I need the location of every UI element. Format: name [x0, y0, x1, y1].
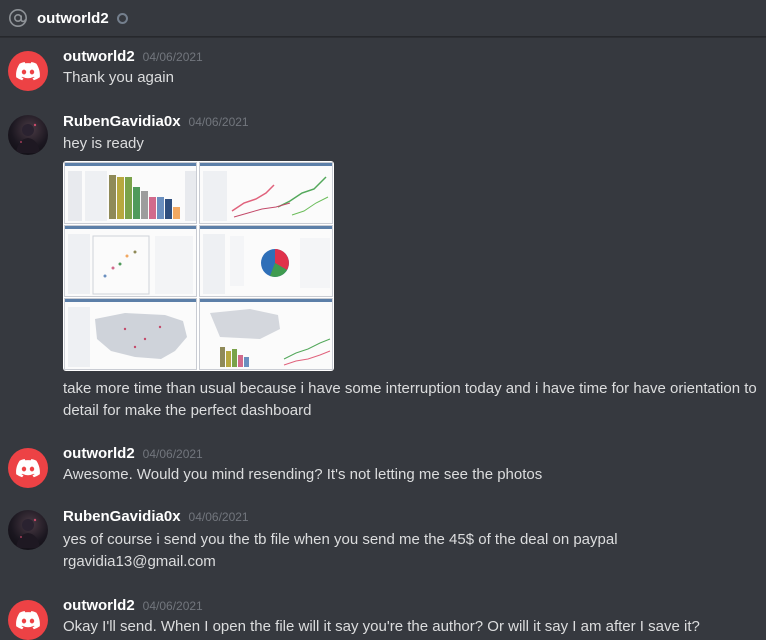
timestamp: 04/06/2021	[142, 599, 203, 613]
timestamp: 04/06/2021	[142, 50, 203, 64]
message-text: hey is ready	[63, 135, 144, 152]
author-name[interactable]: RubenGavidia0x	[63, 508, 181, 525]
message-text: take more time than usual because i have…	[63, 380, 757, 419]
pie-chart-thumbnail	[203, 234, 330, 294]
user-photo-icon	[16, 123, 40, 153]
discord-logo-icon	[16, 610, 40, 629]
channel-header: outworld2	[0, 0, 766, 37]
scatter-chart-thumbnail	[68, 234, 193, 295]
channel-title: outworld2	[37, 9, 109, 27]
dashboard-panel	[64, 298, 197, 370]
discord-logo-icon	[16, 458, 40, 477]
author-name[interactable]: outworld2	[63, 48, 135, 65]
offline-status-icon	[116, 12, 128, 24]
author-name[interactable]: outworld2	[63, 597, 135, 614]
bar-chart-thumbnail	[68, 171, 196, 221]
avatar[interactable]	[8, 510, 48, 550]
map-thumbnail	[68, 307, 187, 367]
mixed-chart-thumbnail	[210, 309, 331, 367]
dashboard-panel	[199, 298, 333, 370]
dashboard-panel	[64, 225, 197, 297]
message-text: Thank you again	[63, 69, 174, 86]
timestamp: 04/06/2021	[142, 447, 203, 461]
message-text: Awesome. Would you mind resending? It's …	[63, 466, 543, 483]
message-text: Okay I'll send. When I open the file wil…	[63, 618, 700, 635]
avatar[interactable]	[8, 115, 48, 155]
at-sign-icon	[8, 8, 28, 28]
user-photo-icon	[16, 518, 40, 548]
author-name[interactable]: RubenGavidia0x	[63, 113, 181, 130]
image-attachment[interactable]	[63, 161, 334, 371]
dashboard-panel	[64, 162, 197, 224]
message-text: yes of course i send you the tb file whe…	[63, 531, 618, 548]
timestamp: 04/06/2021	[188, 115, 249, 129]
email-text: rgavidia13@gmail.com	[63, 553, 216, 570]
avatar[interactable]	[8, 600, 48, 640]
dashboard-panel	[199, 162, 333, 224]
timestamp: 04/06/2021	[188, 510, 249, 524]
dashboard-panel	[199, 225, 333, 297]
line-chart-thumbnail	[203, 171, 329, 221]
avatar[interactable]	[8, 51, 48, 91]
message-list[interactable]: outworld2 04/06/2021 Thank you again Rub…	[0, 37, 766, 640]
author-name[interactable]: outworld2	[63, 445, 135, 462]
avatar[interactable]	[8, 448, 48, 488]
discord-logo-icon	[16, 61, 40, 80]
